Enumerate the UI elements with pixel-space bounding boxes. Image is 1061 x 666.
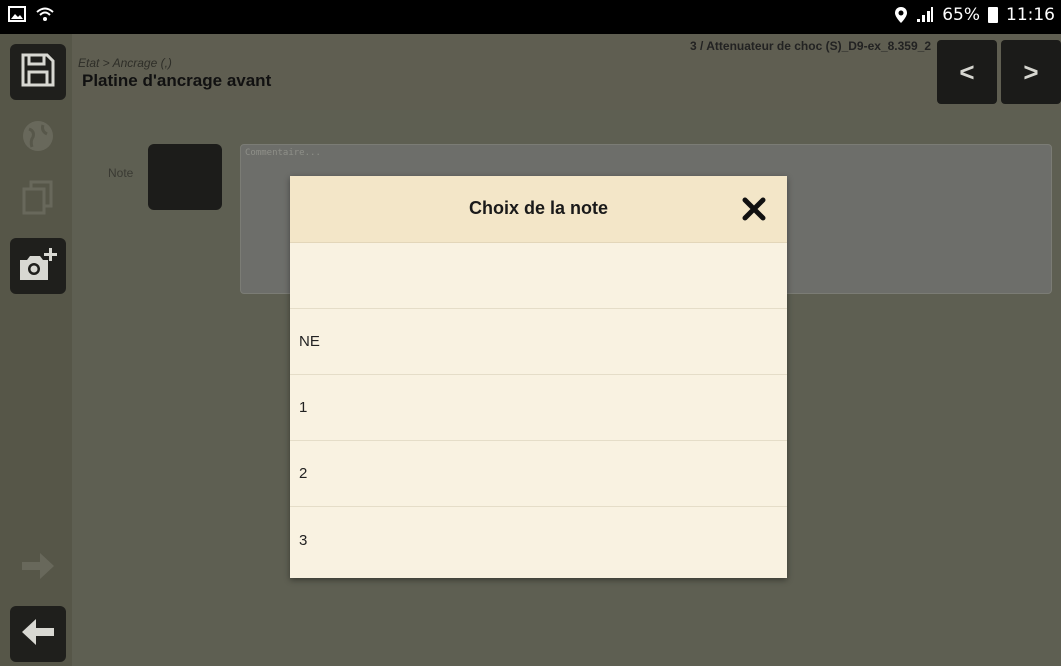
note-option-3[interactable]: 3 (290, 507, 787, 573)
note-label: Note (108, 166, 134, 180)
comment-placeholder: Commentaire... (245, 148, 321, 158)
note-option-empty[interactable] (290, 243, 787, 309)
globe-icon (21, 119, 55, 158)
close-icon (741, 197, 767, 226)
copy-icon (21, 180, 55, 221)
clock: 11:16 (1006, 5, 1055, 25)
add-photo-button[interactable] (10, 238, 66, 294)
battery-percent: 65% (942, 5, 980, 25)
copy-button[interactable] (10, 172, 66, 228)
status-bar: 65% 11:16 (0, 0, 1061, 34)
signal-icon (916, 7, 934, 23)
note-selector[interactable] (148, 144, 222, 210)
battery-icon (988, 7, 998, 23)
close-button[interactable] (741, 196, 767, 222)
dialog-header: Choix de la note (290, 176, 787, 243)
note-option-2[interactable]: 2 (290, 441, 787, 507)
page-title: Platine d'ancrage avant (82, 71, 272, 90)
note-option-1[interactable]: 1 (290, 375, 787, 441)
arrow-right-icon (20, 550, 56, 587)
dialog-title: Choix de la note (468, 198, 609, 218)
back-button[interactable] (10, 606, 66, 662)
note-choice-dialog: Choix de la note NE 1 2 3 (290, 176, 787, 578)
previous-button[interactable]: < (937, 40, 997, 104)
gallery-icon (8, 6, 26, 22)
forward-button[interactable] (10, 540, 66, 596)
wifi-icon (36, 6, 54, 22)
note-option-ne[interactable]: NE (290, 309, 787, 375)
globe-button[interactable] (10, 110, 66, 166)
breadcrumb: Etat > Ancrage (,) (78, 56, 172, 70)
header: Etat > Ancrage (,) Platine d'ancrage ava… (72, 34, 1061, 110)
save-icon (20, 52, 56, 93)
location-icon (894, 6, 908, 24)
arrow-left-icon (20, 616, 56, 653)
camera-add-icon (18, 246, 58, 287)
record-indicator: 3 / Attenuateur de choc (S)_D9-ex_8.359_… (690, 39, 931, 53)
next-button[interactable]: > (1001, 40, 1061, 104)
save-button[interactable] (10, 44, 66, 100)
left-toolbar (0, 34, 72, 666)
